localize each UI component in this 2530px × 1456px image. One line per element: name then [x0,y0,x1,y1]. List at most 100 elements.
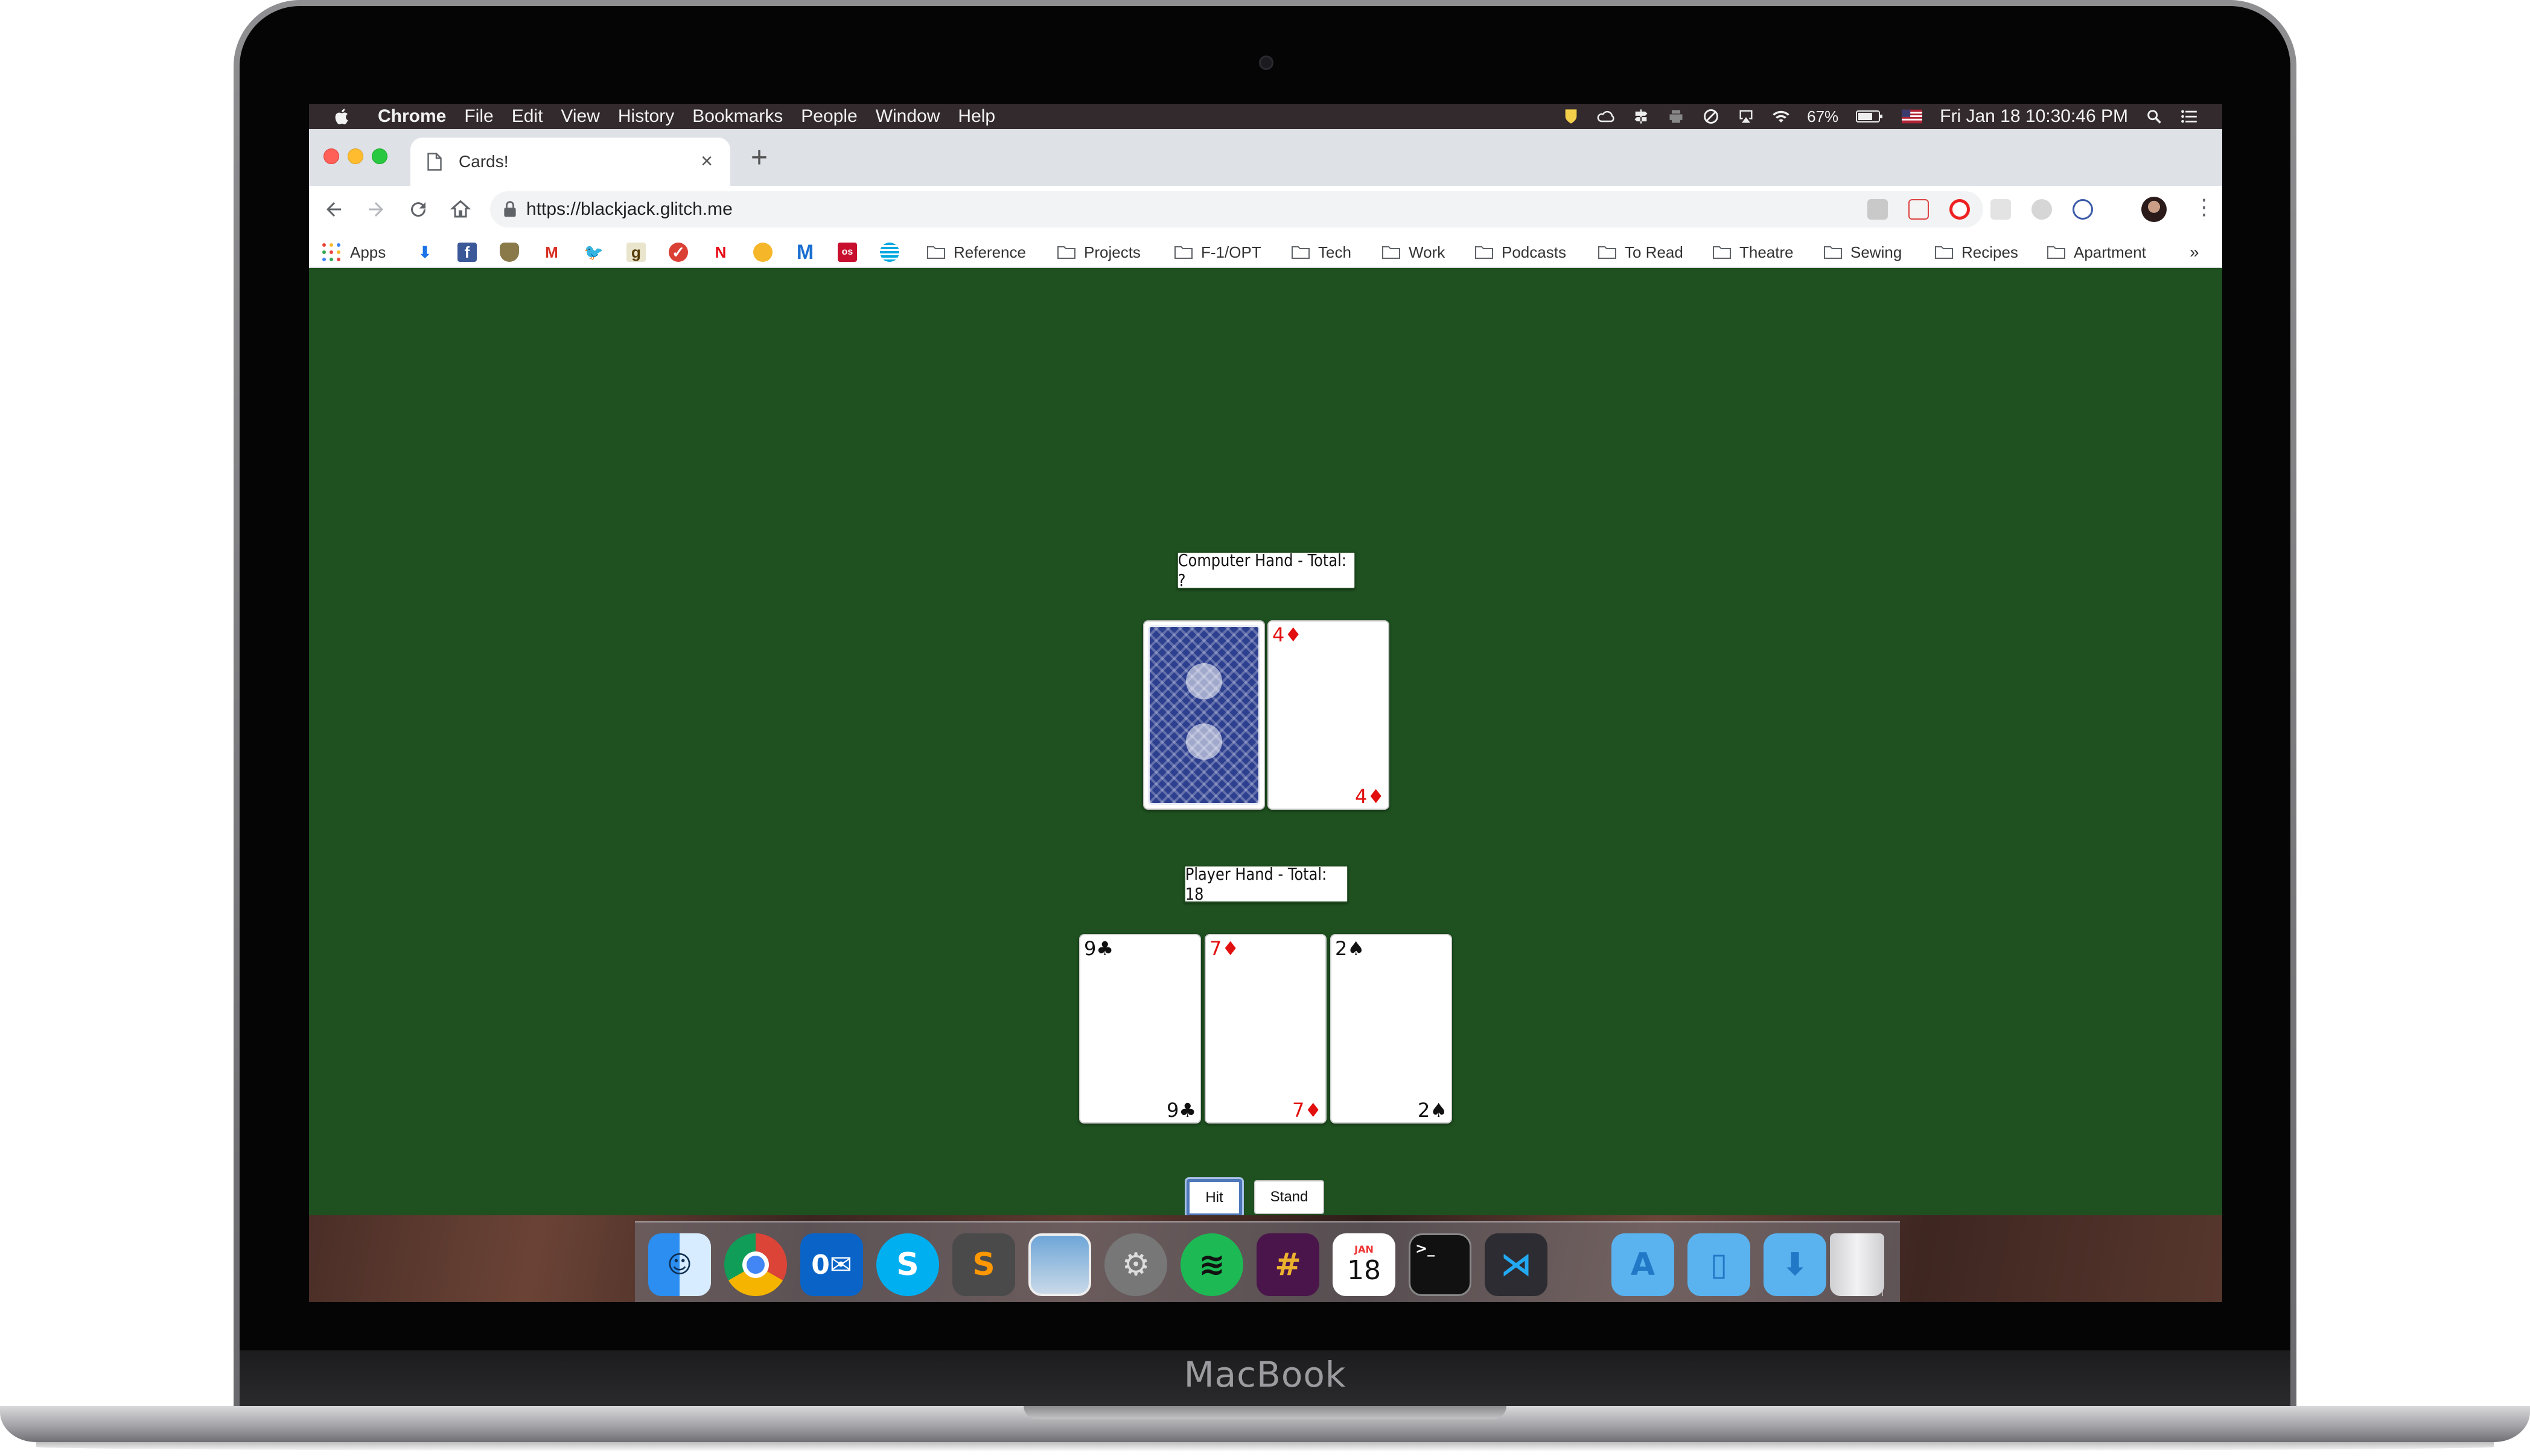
screen: Chrome File Edit View History Bookmarks … [309,104,2222,1302]
profile-avatar[interactable] [2141,197,2167,222]
bookmark-folder-label: Theatre [1739,243,1794,261]
menu-window[interactable]: Window [876,106,940,127]
spotlight-search-icon[interactable] [2145,108,2163,125]
wifi-icon[interactable] [1772,108,1790,125]
player-card-7-diamonds: 7♦ 7♦ [1205,934,1327,1124]
flag-us-icon[interactable] [1901,108,1923,125]
extension-icon-1[interactable] [1867,199,1888,220]
bookmarks-overflow-button[interactable]: » [2190,243,2199,262]
lastpass-icon[interactable]: os [838,243,857,262]
preview-icon[interactable] [1028,1233,1091,1296]
extension-icon-5[interactable] [2031,199,2052,220]
menu-app-name[interactable]: Chrome [378,106,446,127]
card-corner-top: 2♠ [1335,938,1365,959]
spotify-icon[interactable]: ≋ [1181,1233,1243,1296]
calendar-icon[interactable]: JAN 18 [1333,1233,1395,1296]
todo-icon[interactable]: ✓ [669,243,688,262]
twitter-icon[interactable]: 🐦 [584,243,604,262]
home-button[interactable] [448,197,473,222]
terminal-icon[interactable]: >_ [1409,1233,1471,1296]
bookmark-folder-podcasts[interactable]: Podcasts [1475,243,1566,262]
clock[interactable]: Fri Jan 18 10:30:46 PM [1940,106,2128,127]
coin-icon[interactable] [753,243,773,262]
notification-center-icon[interactable] [2180,108,2198,125]
gmail-icon[interactable]: M [542,243,561,262]
slack-icon[interactable]: # [1257,1233,1319,1296]
address-bar[interactable]: https://blackjack.glitch.me ☆ [490,191,1983,227]
att-icon[interactable] [880,243,899,262]
norton-icon[interactable] [1562,108,1580,125]
url-text: https://blackjack.glitch.me [526,199,733,219]
bookmark-folder-apartment[interactable]: Apartment [2047,243,2146,262]
netflix-icon[interactable]: N [711,243,730,262]
bookmark-folder-tech[interactable]: Tech [1292,243,1351,262]
skype-icon[interactable]: S [876,1233,939,1296]
chrome-icon[interactable] [724,1233,787,1296]
close-tab-icon[interactable]: × [696,151,717,171]
new-tab-button[interactable]: + [747,144,771,173]
stand-button[interactable]: Stand [1254,1180,1324,1214]
menu-edit[interactable]: Edit [512,106,543,127]
menu-file[interactable]: File [464,106,493,127]
card-rank: 9 [1166,1099,1179,1122]
bookmark-folder-label: Sewing [1850,243,1902,261]
card-suit: ♠ [1347,937,1365,960]
extension-icon-6[interactable] [2073,199,2093,220]
shield-icon[interactable] [500,243,519,262]
folder-icon [1057,246,1075,259]
medium-icon[interactable]: M [795,241,815,264]
extension-icon-2[interactable] [1908,199,1929,220]
signpost-icon[interactable] [1632,108,1650,125]
sublime-icon[interactable]: S [952,1233,1015,1296]
download-icon[interactable]: ⬇ [415,243,435,262]
bookmark-folder-work[interactable]: Work [1382,243,1445,262]
menu-people[interactable]: People [801,106,857,127]
applications-folder-icon[interactable]: A [1611,1233,1674,1296]
airplay-icon[interactable] [1737,108,1755,125]
bookmark-folder-reference[interactable]: Reference [927,243,1026,262]
bookmark-apps[interactable]: Apps [322,243,386,262]
menu-bookmarks[interactable]: Bookmarks [692,106,783,127]
vscode-icon[interactable]: ⋊ [1485,1233,1547,1296]
menu-history[interactable]: History [618,106,674,127]
trash-icon[interactable] [1830,1233,1884,1296]
finder-icon[interactable]: ☺ [648,1233,711,1296]
hit-button[interactable]: Hit [1187,1179,1242,1216]
facebook-icon[interactable]: f [457,243,477,262]
goodreads-icon[interactable]: g [626,243,646,262]
system-preferences-icon[interactable]: ⚙ [1104,1233,1167,1296]
creative-cloud-icon[interactable] [1597,108,1615,125]
bookmark-folder-f1-opt[interactable]: F-1/OPT [1174,243,1261,262]
bookmark-folder-to-read[interactable]: To Read [1598,243,1683,262]
bookmark-folder-label: Recipes [1961,243,2018,261]
chrome-menu-icon[interactable]: ⋮ [2193,194,2215,220]
bookmark-folder-sewing[interactable]: Sewing [1824,243,1902,262]
menu-help[interactable]: Help [958,106,995,127]
bookmark-folder-theatre[interactable]: Theatre [1713,243,1794,262]
apps-grid-icon [322,243,340,261]
bookmarks-bar: Apps ⬇ f M 🐦 g ✓ N M os Reference Projec… [309,233,2222,268]
camera-icon [1259,56,1273,70]
fullscreen-window-button[interactable] [372,148,387,164]
close-window-button[interactable] [323,148,339,164]
back-button[interactable] [321,197,346,222]
player-hand-label: Player Hand - Total: 18 [1184,864,1348,904]
outlook-icon[interactable]: 0✉ [800,1233,863,1296]
minimize-window-button[interactable] [348,148,363,164]
menu-view[interactable]: View [561,106,599,127]
lock-icon [504,201,516,217]
opera-icon[interactable] [1949,199,1970,220]
downloads-folder-icon[interactable]: ⬇ [1764,1233,1826,1296]
bookmark-folder-projects[interactable]: Projects [1057,243,1141,262]
printer-icon[interactable] [1667,108,1685,125]
reload-button[interactable] [406,197,431,222]
card-corner-top: 4♦ [1272,624,1302,646]
bookmark-folder-recipes[interactable]: Recipes [1935,243,2018,262]
battery-icon[interactable] [1855,108,1884,125]
tab-cards[interactable]: Cards! × [410,138,730,186]
documents-folder-icon[interactable]: ▯ [1687,1233,1750,1296]
extension-icon-4[interactable] [1990,199,2011,220]
apple-menu-icon[interactable] [333,107,354,126]
forward-button[interactable] [363,197,389,222]
block-icon[interactable] [1702,108,1720,125]
